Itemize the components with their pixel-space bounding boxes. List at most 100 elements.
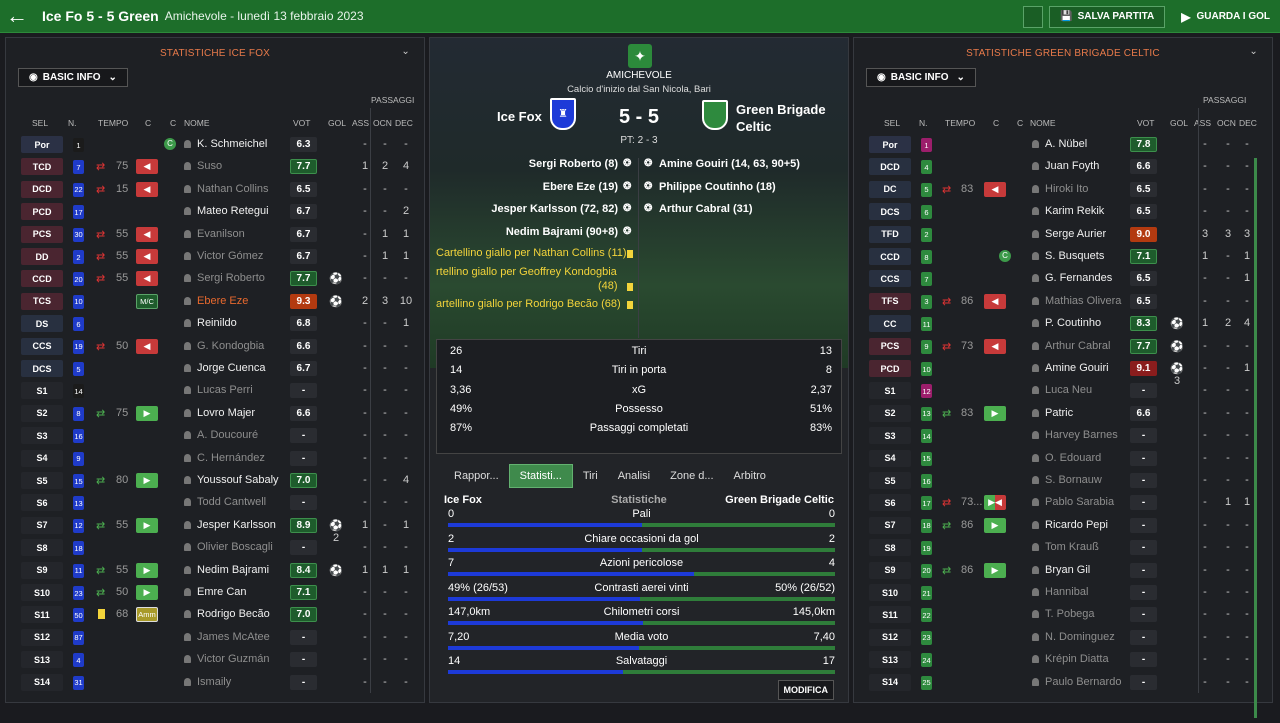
player-name[interactable]: Olivier Boscagli [184, 541, 273, 553]
player-name[interactable]: Juan Foyth [1032, 160, 1099, 172]
column-header-sel[interactable]: SEL [884, 118, 900, 128]
player-name[interactable]: Tom Krauß [1032, 541, 1099, 553]
player-name[interactable]: K. Schmeichel [184, 138, 267, 150]
player-row[interactable]: DCS 6 Karim Rekik 6.5 - - - [854, 201, 1272, 223]
player-name[interactable]: Jesper Karlsson [184, 519, 276, 531]
column-header-c2[interactable]: C [1017, 118, 1023, 128]
player-name[interactable]: A. Doucouré [184, 429, 258, 441]
player-row[interactable]: S6 13 Todd Cantwell - - - - [6, 492, 424, 514]
player-row[interactable]: PCS 30 ⇄ 55 ◀ Evanilson 6.7-1 1 [6, 224, 424, 246]
player-name[interactable]: Lovro Majer [184, 407, 255, 419]
column-header-n[interactable]: N. [68, 118, 77, 128]
column-header-ass[interactable]: ASS [352, 118, 369, 128]
player-row[interactable]: S12 87 James McAtee - - - - [6, 627, 424, 649]
player-name[interactable]: O. Edouard [1032, 452, 1101, 464]
player-name[interactable]: Jorge Cuenca [184, 362, 266, 374]
player-row[interactable]: DCD 4 Juan Foyth 6.6 - - - [854, 156, 1272, 178]
player-row[interactable]: S10 21 Hannibal - - - - [854, 582, 1272, 604]
player-row[interactable]: CCD 8 C S. Busquets 7.1 1 - 1 [854, 246, 1272, 268]
column-header-vot[interactable]: VOT [1137, 118, 1154, 128]
player-name[interactable]: Rodrigo Becão [184, 608, 270, 620]
view-dropdown[interactable]: ◉ BASIC INFO ⌄ [866, 68, 976, 87]
player-row[interactable]: S2 8 ⇄ 75 ▶ Lovro Majer 6.6- - - [6, 403, 424, 425]
player-name[interactable]: Lucas Perri [184, 384, 253, 396]
player-name[interactable]: C. Hernández [184, 452, 265, 464]
player-name[interactable]: Emre Can [184, 586, 247, 598]
player-name[interactable]: Evanilson [184, 228, 245, 240]
player-row[interactable]: S1 12 Luca Neu - - - - [854, 380, 1272, 402]
tab-0[interactable]: Rappor... [444, 464, 509, 488]
column-header-ocn[interactable]: OCN [1217, 118, 1236, 128]
player-row[interactable]: S7 12 ⇄ 55 ▶ Jesper Karlsson 8.9 ⚽2 1-1 [6, 515, 424, 544]
options-button[interactable] [1023, 5, 1044, 28]
player-row[interactable]: S9 11 ⇄ 55 ▶ Nedim Bajrami 8.4 ⚽ 1 1 1 [6, 560, 424, 582]
player-row[interactable]: TFS 3 ⇄ 86 ◀ Mathias Olivera 6.5 - - - [854, 291, 1272, 313]
column-header-c2[interactable]: C [170, 118, 176, 128]
player-name[interactable]: Luca Neu [1032, 384, 1092, 396]
player-name[interactable]: A. Nübel [1032, 138, 1087, 150]
back-arrow-icon[interactable]: ← [0, 0, 34, 33]
player-name[interactable]: James McAtee [184, 631, 270, 643]
tab-3[interactable]: Analisi [608, 464, 660, 488]
player-name[interactable]: Youssouf Sabaly [184, 474, 279, 486]
chevron-down-icon[interactable]: ⌄ [1249, 46, 1258, 57]
player-row[interactable]: Por 1 C K. Schmeichel 6.3- - - [6, 134, 424, 156]
column-header-ocn[interactable]: OCN [373, 118, 392, 128]
player-row[interactable]: S13 4 Victor Guzmán - - - - [6, 649, 424, 671]
column-header-vot[interactable]: VOT [293, 118, 310, 128]
player-name[interactable]: Sergi Roberto [184, 272, 265, 284]
player-name[interactable]: Hannibal [1032, 586, 1088, 598]
save-match-button[interactable]: 💾 SALVA PARTITA [1049, 5, 1166, 28]
player-row[interactable]: S6 17 ⇄ 73... ▶◀ Pablo Sarabia - - 1 1 [854, 492, 1272, 514]
player-row[interactable]: S14 25 Paulo Bernardo - - - - [854, 672, 1272, 694]
player-name[interactable]: Nedim Bajrami [184, 564, 269, 576]
column-header-nome[interactable]: NOME [184, 118, 210, 128]
player-row[interactable]: DD 2 ⇄ 55 ◀ Victor Gómez 6.7-1 1 [6, 246, 424, 268]
player-row[interactable]: S11 22 T. Pobega - - - - [854, 604, 1272, 626]
column-header-dec[interactable]: DEC [1239, 118, 1257, 128]
player-row[interactable]: S13 24 Krépin Diatta - - - - [854, 649, 1272, 671]
player-name[interactable]: Suso [184, 160, 222, 172]
player-name[interactable]: Todd Cantwell [184, 496, 266, 508]
player-row[interactable]: S8 19 Tom Krauß - - - - [854, 537, 1272, 559]
player-name[interactable]: P. Coutinho [1032, 317, 1101, 329]
player-name[interactable]: G. Fernandes [1032, 272, 1112, 284]
player-row[interactable]: S4 9 C. Hernández - - - - [6, 448, 424, 470]
player-name[interactable]: Karim Rekik [1032, 205, 1104, 217]
player-name[interactable]: S. Bornauw [1032, 474, 1102, 486]
tab-5[interactable]: Arbitro [724, 464, 776, 488]
player-name[interactable]: Victor Gómez [184, 250, 263, 262]
player-row[interactable]: S3 14 Harvey Barnes - - - - [854, 425, 1272, 447]
player-row[interactable]: DC 5 ⇄ 83 ◀ Hiroki Ito 6.5 - - - [854, 179, 1272, 201]
player-name[interactable]: N. Dominguez [1032, 631, 1115, 643]
chevron-down-icon[interactable]: ⌄ [401, 46, 410, 57]
column-header-c1[interactable]: C [993, 118, 999, 128]
modify-button[interactable]: MODIFICA [777, 680, 834, 700]
player-row[interactable]: TCD 7 ⇄ 75 ◀ Suso 7.7 1 2 4 [6, 156, 424, 178]
player-name[interactable]: Paulo Bernardo [1032, 676, 1121, 688]
player-row[interactable]: S1 14 Lucas Perri - - - - [6, 380, 424, 402]
player-row[interactable]: CCS 19 ⇄ 50 ◀ G. Kondogbia 6.6- - - [6, 336, 424, 358]
player-row[interactable]: S10 23 ⇄ 50 ▶ Emre Can 7.1- - - [6, 582, 424, 604]
player-row[interactable]: CC 11 P. Coutinho 8.3 ⚽ 1 2 4 [854, 313, 1272, 335]
player-name[interactable]: S. Busquets [1032, 250, 1104, 262]
player-row[interactable]: DS 6 Reinildo 6.8- -1 [6, 313, 424, 335]
player-name[interactable]: Hiroki Ito [1032, 183, 1088, 195]
column-header-n[interactable]: N. [919, 118, 928, 128]
player-name[interactable]: Serge Aurier [1032, 228, 1106, 240]
player-name[interactable]: Krépin Diatta [1032, 653, 1109, 665]
player-row[interactable]: DCD 22 ⇄ 15 ◀ Nathan Collins 6.5- - - [6, 179, 424, 201]
player-name[interactable]: Bryan Gil [1032, 564, 1090, 576]
player-row[interactable]: S9 20 ⇄ 86 ▶ Bryan Gil - - - - [854, 560, 1272, 582]
player-name[interactable]: Mathias Olivera [1032, 295, 1121, 307]
column-header-c1[interactable]: C [145, 118, 151, 128]
player-row[interactable]: DCS 5 Jorge Cuenca 6.7- - - [6, 358, 424, 380]
player-row[interactable]: PCS 9 ⇄ 73 ◀ Arthur Cabral 7.7 ⚽ - - - [854, 336, 1272, 358]
player-row[interactable]: S8 18 Olivier Boscagli - - - - [6, 537, 424, 559]
player-name[interactable]: Ricardo Pepi [1032, 519, 1108, 531]
column-header-tempo[interactable]: TEMPO [98, 118, 128, 128]
column-header-ass[interactable]: ASS [1194, 118, 1211, 128]
column-header-sel[interactable]: SEL [32, 118, 48, 128]
player-row[interactable]: TCS 10 M/C Ebere Eze 9.3 ⚽ 2 3 10 [6, 291, 424, 313]
player-name[interactable]: Ebere Eze [184, 295, 248, 307]
